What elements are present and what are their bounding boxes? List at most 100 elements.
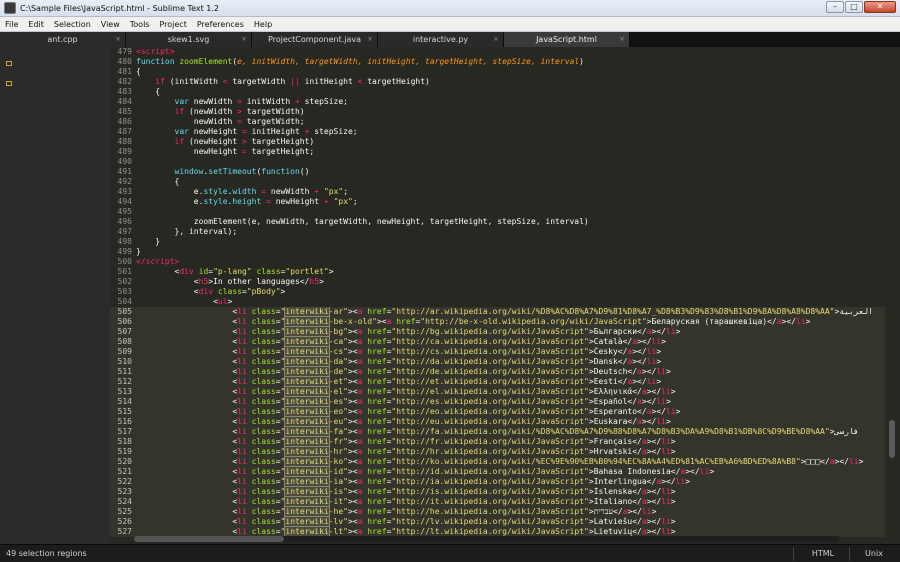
line-number: 498	[117, 237, 132, 246]
code-line[interactable]: 512 <li class="interwiki-et"><a href="ht…	[110, 377, 885, 387]
code-line[interactable]: 487 var newHeight = initHeight + stepSiz…	[110, 127, 885, 137]
code-line[interactable]: 502 <h5>In other languages</h5>	[110, 277, 885, 287]
code-line[interactable]: 491 window.setTimeout(function()	[110, 167, 885, 177]
menu-help[interactable]: Help	[249, 20, 277, 29]
code-line[interactable]: 503 <div class="pBody">	[110, 287, 885, 297]
code-line[interactable]: 505 <li class="interwiki-ar"><a href="ht…	[110, 307, 885, 317]
code-line[interactable]: 508 <li class="interwiki-ca"><a href="ht…	[110, 337, 885, 347]
line-number: 479	[117, 47, 132, 56]
menu-file[interactable]: File	[0, 20, 23, 29]
tab-ant-cpp[interactable]: ant.cpp ×	[0, 32, 126, 47]
code-line[interactable]: 520 <li class="interwiki-ko"><a href="ht…	[110, 457, 885, 467]
code-line[interactable]: 515 <li class="interwiki-eo"><a href="ht…	[110, 407, 885, 417]
code-line[interactable]: 495	[110, 207, 885, 217]
editor-area[interactable]: 479 <script> 480 function zoomElement(e, in…	[0, 47, 900, 544]
code-line[interactable]: 483 {	[110, 87, 885, 97]
code-line[interactable]: 513 <li class="interwiki-el"><a href="ht…	[110, 387, 885, 397]
code-line[interactable]: 489 newHeight = targetHeight;	[110, 147, 885, 157]
code-text: <li class="interwiki-el"><a href="http:/…	[136, 387, 676, 397]
code-line[interactable]: 490	[110, 157, 885, 167]
code-text: {	[136, 67, 141, 76]
code-line[interactable]: 501 <div id="p-lang" class="portlet">	[110, 267, 885, 277]
menu-bar: File Edit Selection View Tools Project P…	[0, 17, 900, 32]
menu-view[interactable]: View	[96, 20, 125, 29]
line-number: 514	[117, 397, 132, 406]
code-line[interactable]: 519 <li class="interwiki-hr"><a href="ht…	[110, 447, 885, 457]
tab-projectcomponent-java[interactable]: ProjectComponent.java ×	[252, 32, 378, 47]
code-line[interactable]: 521 <li class="interwiki-id"><a href="ht…	[110, 467, 885, 477]
code-text: function zoomElement(e, initWidth, targe…	[136, 57, 584, 66]
code-line[interactable]: 496 zoomElement(e, newWidth, targetWidth…	[110, 217, 885, 227]
tab-skew1-svg[interactable]: skew1.svg ×	[126, 32, 252, 47]
menu-tools[interactable]: Tools	[125, 20, 155, 29]
code-line[interactable]: 516 <li class="interwiki-eu"><a href="ht…	[110, 417, 885, 427]
horizontal-scrollbar[interactable]	[134, 536, 840, 542]
vertical-scroll-thumb[interactable]	[889, 420, 895, 458]
menu-preferences[interactable]: Preferences	[192, 20, 249, 29]
code-line[interactable]: 514 <li class="interwiki-es"><a href="ht…	[110, 397, 885, 407]
code-line[interactable]: 482 if (initWidth < targetWidth || initH…	[110, 77, 885, 87]
code-line[interactable]: 511 <li class="interwiki-de"><a href="ht…	[110, 367, 885, 377]
line-endings-selector[interactable]: Unix	[854, 549, 894, 558]
menu-selection[interactable]: Selection	[49, 20, 96, 29]
code-line[interactable]: 518 <li class="interwiki-fr"><a href="ht…	[110, 437, 885, 447]
close-button[interactable]: ✕	[864, 1, 896, 13]
code-line[interactable]: 498 }	[110, 237, 885, 247]
code-line[interactable]: 492 {	[110, 177, 885, 187]
code-line[interactable]: 500 </script>	[110, 257, 885, 267]
code-text: <li class="interwiki-is"><a href="http:/…	[136, 487, 676, 497]
line-number: 511	[117, 367, 132, 376]
line-number: 490	[117, 157, 132, 166]
code-text: {	[136, 87, 161, 96]
code-line[interactable]: 494 e.style.height = newHeight + "px";	[110, 197, 885, 207]
menu-edit[interactable]: Edit	[23, 20, 49, 29]
code-line[interactable]: 497 }, interval);	[110, 227, 885, 237]
code-text: <li class="interwiki-be-x-old"><a href="…	[136, 317, 811, 327]
code-line[interactable]: 480 function zoomElement(e, initWidth, ta…	[110, 57, 885, 67]
syntax-selector[interactable]: HTML	[798, 549, 848, 558]
code-line[interactable]: 499}	[110, 247, 885, 257]
code-line[interactable]: 493 e.style.width = newWidth + "px";	[110, 187, 885, 197]
code-text: <li class="interwiki-da"><a href="http:/…	[136, 357, 662, 367]
tab-close-icon[interactable]: ×	[619, 35, 625, 43]
window-controls: – □ ✕	[825, 1, 896, 13]
code-line[interactable]: 486 newWidth = targetWidth;	[110, 117, 885, 127]
code-line[interactable]: 481 {	[110, 67, 885, 77]
code-text: }, interval);	[136, 227, 238, 236]
tab-interactive-py[interactable]: interactive.py ×	[378, 32, 504, 47]
code-line[interactable]: 510 <li class="interwiki-da"><a href="ht…	[110, 357, 885, 367]
code-line[interactable]: 488 if (newHeight > targetHeight)	[110, 137, 885, 147]
tab-close-icon[interactable]: ×	[493, 35, 499, 43]
tab-close-icon[interactable]: ×	[241, 35, 247, 43]
code-line[interactable]: 525 <li class="interwiki-he"><a href="ht…	[110, 507, 885, 517]
line-number: 496	[117, 217, 132, 226]
code-line[interactable]: 526 <li class="interwiki-lv"><a href="ht…	[110, 517, 885, 527]
horizontal-scroll-thumb[interactable]	[134, 536, 284, 542]
menu-project[interactable]: Project	[154, 20, 191, 29]
minimize-button[interactable]: –	[826, 1, 844, 13]
code-line[interactable]: 484 var newWidth = initWidth + stepSize;	[110, 97, 885, 107]
code-line[interactable]: 524 <li class="interwiki-it"><a href="ht…	[110, 497, 885, 507]
line-number: 520	[117, 457, 132, 466]
vertical-scrollbar[interactable]	[888, 47, 896, 544]
code-line[interactable]: 506 <li class="interwiki-be-x-old"><a hr…	[110, 317, 885, 327]
code-view[interactable]: 479 <script> 480 function zoomElement(e, in…	[110, 47, 885, 544]
line-number: 495	[117, 207, 132, 216]
code-line[interactable]: 479 <script>	[110, 47, 885, 57]
tab-javascript-html[interactable]: JavaScript.html ×	[504, 32, 630, 47]
tab-close-icon[interactable]: ×	[115, 35, 121, 43]
code-line[interactable]: 522 <li class="interwiki-ia"><a href="ht…	[110, 477, 885, 487]
code-line[interactable]: 485 if (newWidth > targetWidth)	[110, 107, 885, 117]
tab-close-icon[interactable]: ×	[367, 35, 373, 43]
line-number: 480	[117, 57, 132, 66]
code-line[interactable]: 507 <li class="interwiki-bg"><a href="ht…	[110, 327, 885, 337]
code-text: <li class="interwiki-es"><a href="http:/…	[136, 397, 671, 407]
code-text: <li class="interwiki-ko"><a href="http:/…	[136, 457, 864, 467]
maximize-button[interactable]: □	[845, 1, 863, 13]
code-line[interactable]: 517 <li class="interwiki-fa"><a href="ht…	[110, 427, 885, 437]
code-text: <li class="interwiki-et"><a href="http:/…	[136, 377, 662, 387]
line-number: 524	[117, 497, 132, 506]
code-line[interactable]: 523 <li class="interwiki-is"><a href="ht…	[110, 487, 885, 497]
code-line[interactable]: 504 <ul>	[110, 297, 885, 307]
code-line[interactable]: 509 <li class="interwiki-cs"><a href="ht…	[110, 347, 885, 357]
